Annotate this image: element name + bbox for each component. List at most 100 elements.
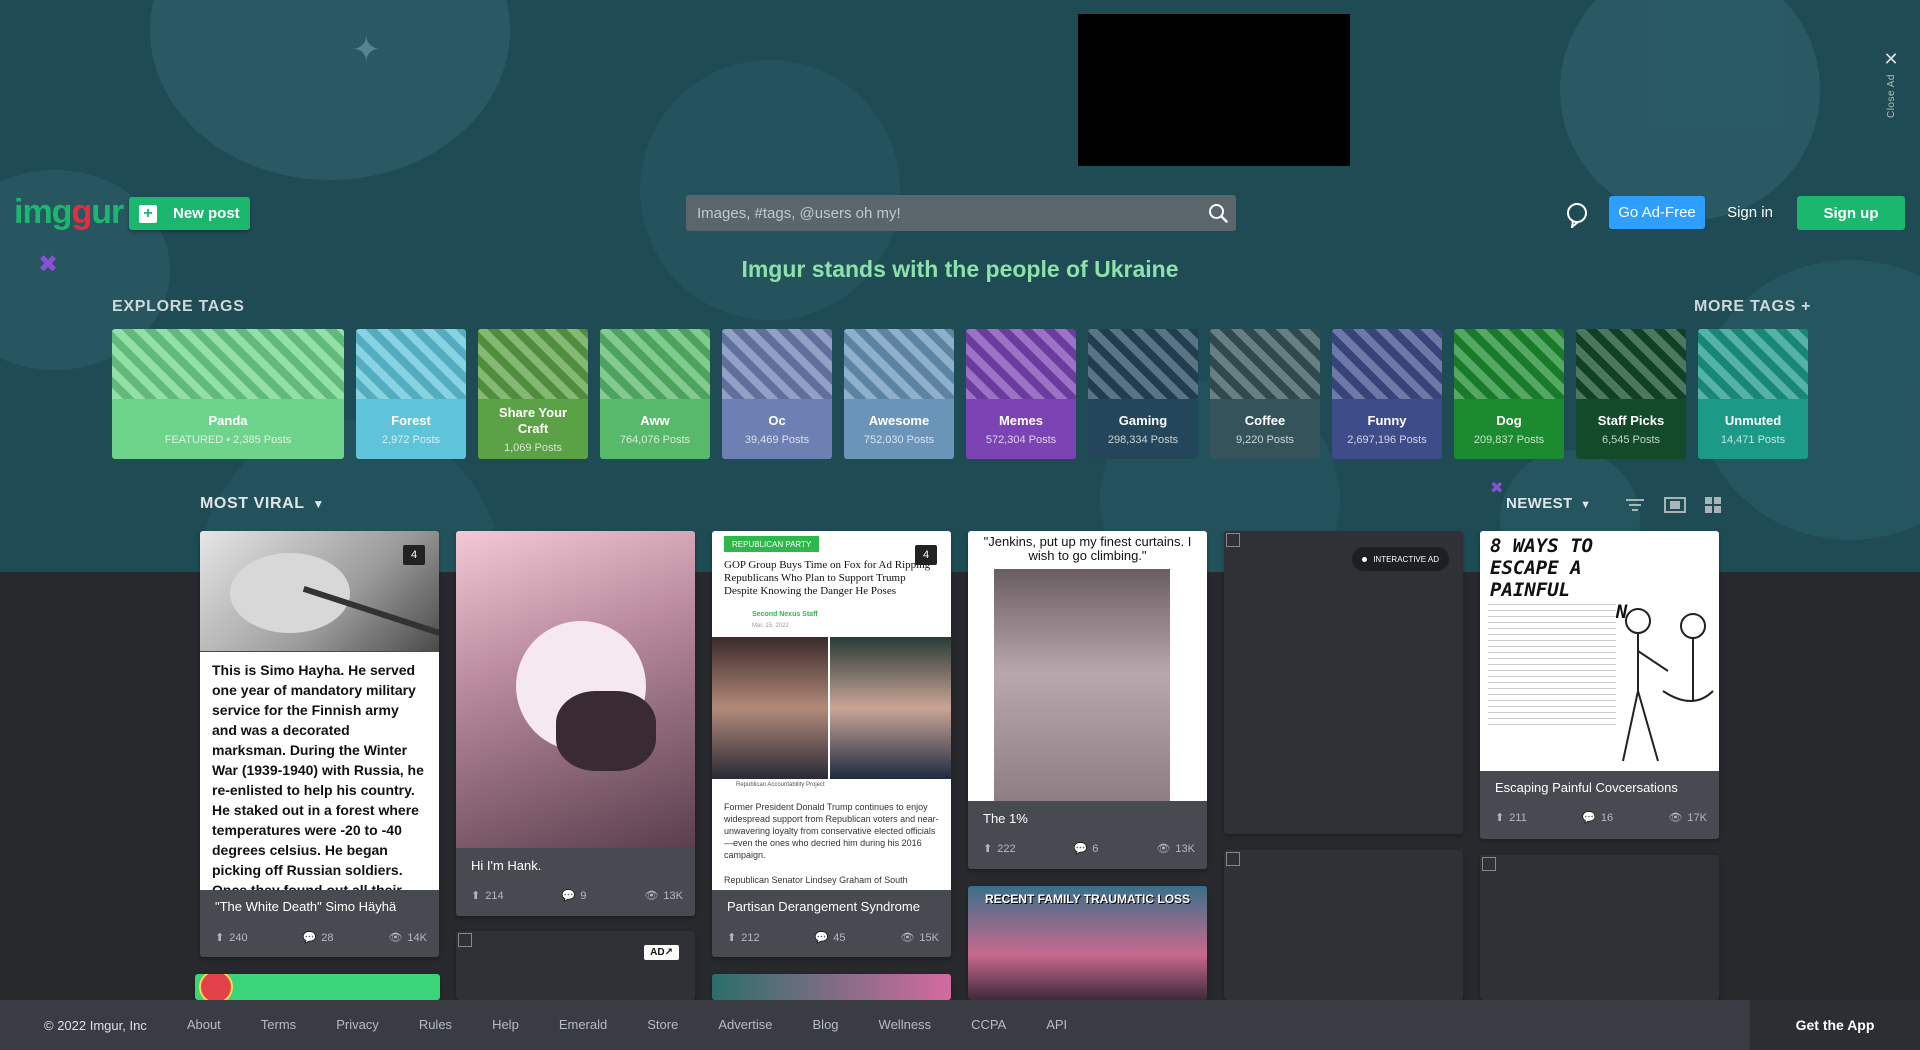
tag-name: Memes xyxy=(998,412,1044,428)
post-card[interactable] xyxy=(1224,850,1463,1000)
tag-name: Oc xyxy=(768,412,786,428)
tag-unmuted[interactable]: Unmuted 14,471 Posts xyxy=(1698,329,1808,459)
post-card[interactable]: 4 This is Simo Hayha. He served one year… xyxy=(200,531,439,957)
chat-bubble-icon[interactable] xyxy=(1565,202,1589,230)
footer-link-privacy[interactable]: Privacy xyxy=(336,1017,379,1032)
ad-card[interactable]: AD↗ xyxy=(456,931,695,1000)
tag-aww[interactable]: Aww 764,076 Posts xyxy=(600,329,710,459)
caret-down-icon: ▼ xyxy=(1580,499,1592,511)
tag-info: Staff Picks 6,545 Posts xyxy=(1576,399,1686,459)
close-ad-button[interactable]: ✕ Close Ad xyxy=(1878,50,1904,140)
imgur-logo[interactable]: imggur xyxy=(14,193,124,232)
post-card[interactable]: RECENT FAMILY TRAUMATIC LOSS xyxy=(968,886,1207,1000)
copyright: © 2022 Imgur, Inc xyxy=(44,1017,147,1033)
tag-info: Oc 39,469 Posts xyxy=(722,399,832,459)
tag-artwork xyxy=(1332,329,1442,399)
footer-link-emerald[interactable]: Emerald xyxy=(559,1017,607,1032)
tag-panda[interactable]: Panda FEATURED • 2,385 Posts xyxy=(112,329,344,459)
tag-coffee[interactable]: Coffee 9,220 Posts xyxy=(1210,329,1320,459)
new-post-button[interactable]: + New post xyxy=(129,197,250,230)
get-app-button[interactable]: Get the App xyxy=(1750,1000,1920,1050)
post-card[interactable]: 8 WAYS TO ESCAPE A PAINFUL CONVERSATION … xyxy=(1480,531,1719,839)
most-viral-dropdown[interactable]: MOST VIRAL ▼ xyxy=(200,495,325,513)
post-card[interactable]: Hi I'm Hank. ⬆ 214 💬 9 👁 13K xyxy=(456,531,695,916)
full-view-icon[interactable] xyxy=(1664,495,1686,515)
list-view-icon[interactable] xyxy=(1624,495,1646,515)
view-count: 15K xyxy=(919,931,939,944)
search-icon[interactable] xyxy=(1200,195,1236,231)
post-card[interactable] xyxy=(712,974,951,1000)
post-card[interactable]: "Jenkins, put up my finest curtains. I w… xyxy=(968,531,1207,869)
comment-stat: 💬 28 xyxy=(302,931,334,945)
tag-name: Aww xyxy=(640,412,670,428)
tag-post-count: 39,469 Posts xyxy=(744,433,810,446)
post-title: Partisan Derangement Syndrome xyxy=(727,899,920,914)
post-text-image: This is Simo Hayha. He served one year o… xyxy=(200,652,439,890)
tag-gaming[interactable]: Gaming 298,334 Posts xyxy=(1088,329,1198,459)
footer-link-ccpa[interactable]: CCPA xyxy=(971,1017,1006,1032)
tag-oc[interactable]: Oc 39,469 Posts xyxy=(722,329,832,459)
post-card[interactable]: REPUBLICAN PARTY GOP Group Buys Time on … xyxy=(712,531,951,957)
tag-awesome[interactable]: Awesome 752,030 Posts xyxy=(844,329,954,459)
go-ad-free-button[interactable]: Go Ad-Free xyxy=(1609,196,1705,229)
tag-forest[interactable]: Forest 2,972 Posts xyxy=(356,329,466,459)
sign-up-button[interactable]: Sign up xyxy=(1797,196,1905,230)
sign-in-button[interactable]: Sign in xyxy=(1718,196,1782,229)
post-stats: ⬆ 214 💬 9 👁 13K xyxy=(471,889,683,903)
post-stats: ⬆ 212 💬 45 👁 15K xyxy=(727,931,939,945)
tag-post-count: 2,972 Posts xyxy=(381,433,441,446)
close-icon: ✕ xyxy=(1883,49,1899,69)
upvote-stat: ⬆ 222 xyxy=(983,842,1016,856)
upvote-stat: ⬆ 211 xyxy=(1495,811,1527,825)
upvote-count: 211 xyxy=(1509,811,1527,824)
comment-icon: 💬 xyxy=(302,932,317,944)
ad-card[interactable]: INTERACTIVE AD xyxy=(1224,531,1463,834)
footer-link-advertise[interactable]: Advertise xyxy=(718,1017,772,1032)
newest-dropdown[interactable]: NEWEST ▼ xyxy=(1506,495,1591,512)
ukraine-banner[interactable]: Imgur stands with the people of Ukraine xyxy=(0,256,1920,283)
post-card[interactable] xyxy=(1480,855,1719,1000)
tag-name: Coffee xyxy=(1244,412,1286,428)
tag-post-count: 572,304 Posts xyxy=(985,433,1057,446)
tag-info: Panda FEATURED • 2,385 Posts xyxy=(112,399,344,459)
tag-name: Staff Picks xyxy=(1597,412,1665,428)
footer-link-blog[interactable]: Blog xyxy=(813,1017,839,1032)
footer-link-store[interactable]: Store xyxy=(647,1017,678,1032)
comment-stat: 💬 16 xyxy=(1582,811,1613,825)
tag-name: Share Your Craft xyxy=(498,404,568,436)
footer-link-help[interactable]: Help xyxy=(492,1017,519,1032)
footer-link-terms[interactable]: Terms xyxy=(261,1017,296,1032)
post-card[interactable] xyxy=(195,974,440,1000)
post-image xyxy=(456,531,695,848)
footer-link-about[interactable]: About xyxy=(187,1017,221,1032)
tag-info: Gaming 298,334 Posts xyxy=(1088,399,1198,459)
post-title: Hi I'm Hank. xyxy=(471,858,542,873)
upvote-icon: ⬆ xyxy=(471,890,481,902)
tag-memes[interactable]: Memes 572,304 Posts xyxy=(966,329,1076,459)
comment-count: 6 xyxy=(1092,842,1099,855)
tag-dog[interactable]: Dog 209,837 Posts xyxy=(1454,329,1564,459)
tag-info: Awesome 752,030 Posts xyxy=(844,399,954,459)
article-date: Mar. 15, 2022 xyxy=(752,623,789,629)
ad-banner[interactable] xyxy=(1078,14,1350,166)
photo-left xyxy=(712,637,828,779)
tag-funny[interactable]: Funny 2,697,196 Posts xyxy=(1332,329,1442,459)
more-tags-link[interactable]: MORE TAGS + xyxy=(1694,298,1811,316)
tag-share-your-craft[interactable]: Share Your Craft 1,069 Posts xyxy=(478,329,588,459)
search-input[interactable] xyxy=(686,195,1200,231)
footer-link-api[interactable]: API xyxy=(1046,1017,1067,1032)
footer-link-rules[interactable]: Rules xyxy=(419,1017,452,1032)
tag-info: Dog 209,837 Posts xyxy=(1454,399,1564,459)
tag-name: Unmuted xyxy=(1724,412,1782,428)
close-ad-label: Close Ad xyxy=(1885,74,1897,119)
tag-artwork xyxy=(722,329,832,399)
grid-view-icon[interactable] xyxy=(1702,495,1724,515)
comic-drawing xyxy=(1622,608,1714,762)
footer: © 2022 Imgur, Inc About Terms Privacy Rules… xyxy=(0,1000,1920,1050)
tag-artwork xyxy=(478,329,588,399)
tag-staff-picks[interactable]: Staff Picks 6,545 Posts xyxy=(1576,329,1686,459)
article-headline: GOP Group Buys Time on Fox for Ad Rippin… xyxy=(724,559,931,597)
footer-link-wellness[interactable]: Wellness xyxy=(879,1017,932,1032)
comment-icon: 💬 xyxy=(814,932,829,944)
view-count: 17K xyxy=(1687,811,1707,824)
